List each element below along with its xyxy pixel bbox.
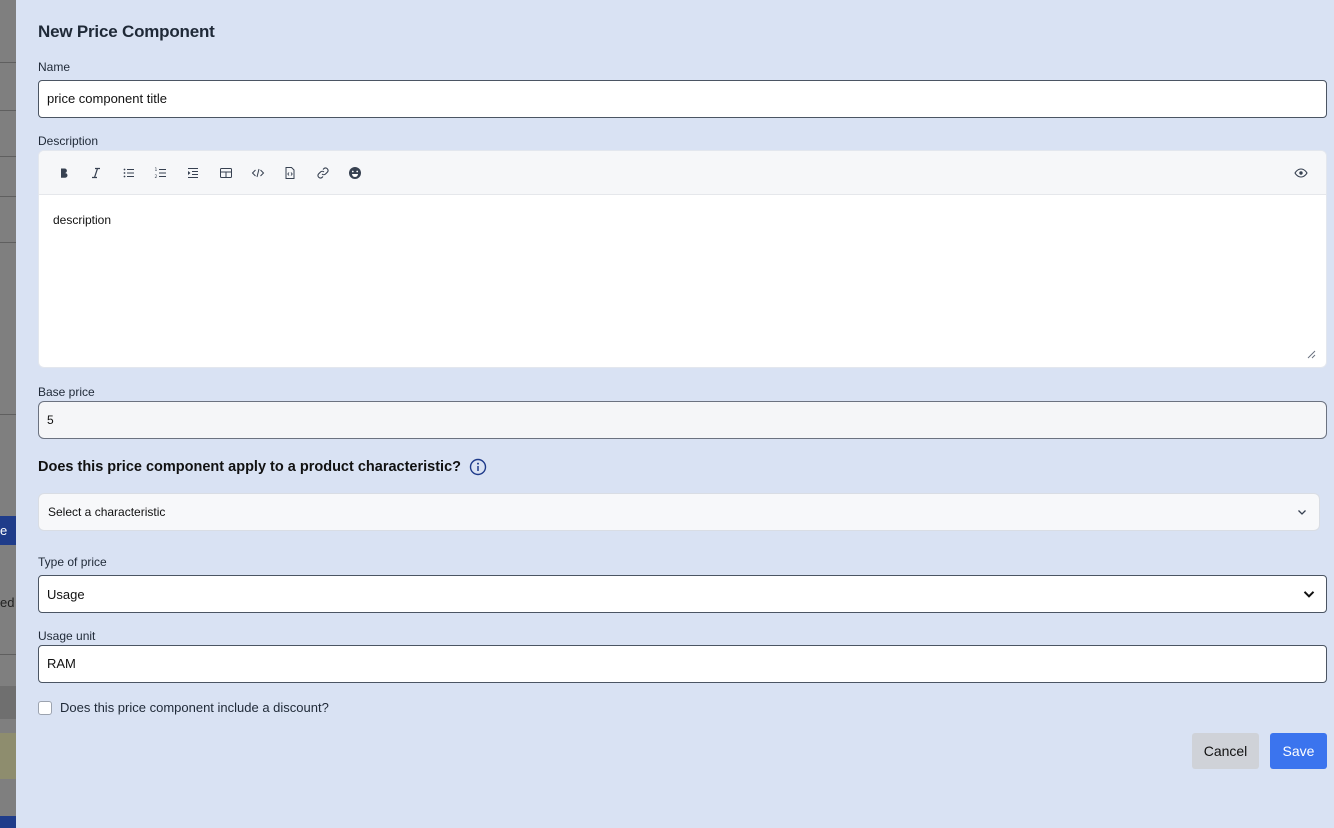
numbered-list-icon[interactable]: 12 — [152, 164, 170, 182]
chevron-down-icon — [1302, 587, 1316, 601]
bold-icon[interactable] — [55, 164, 73, 182]
indent-icon[interactable] — [184, 164, 202, 182]
characteristic-question-text: Does this price component apply to a pro… — [38, 459, 462, 475]
description-text[interactable]: description — [39, 195, 1326, 245]
bg-divider — [0, 242, 16, 243]
type-of-price-select[interactable]: Usage — [38, 575, 1327, 613]
bg-divider — [0, 414, 16, 415]
bg-divider — [0, 654, 16, 655]
svg-text:2: 2 — [155, 174, 158, 180]
name-input-value: price component title — [47, 91, 167, 106]
bg-divider — [0, 110, 16, 111]
base-price-label: Base price — [38, 385, 95, 399]
characteristic-select[interactable]: Select a characteristic — [38, 493, 1320, 531]
usage-unit-value: RAM — [47, 656, 76, 671]
link-icon[interactable] — [314, 164, 332, 182]
description-label: Description — [38, 134, 99, 148]
italic-icon[interactable] — [87, 164, 105, 182]
new-price-component-panel: New Price Component Name price component… — [16, 0, 1334, 828]
code-block-icon[interactable] — [281, 164, 299, 182]
name-input[interactable]: price component title — [38, 80, 1327, 118]
bg-blue-tab: e — [0, 516, 16, 545]
usage-unit-input[interactable]: RAM — [38, 645, 1327, 683]
info-icon[interactable] — [469, 458, 487, 476]
bg-highlight-row — [0, 733, 16, 779]
panel-title: New Price Component — [38, 22, 215, 41]
chevron-down-icon — [1295, 505, 1309, 519]
svg-text:1: 1 — [155, 167, 158, 173]
bg-side-text: ed — [0, 595, 15, 610]
discount-checkbox-row[interactable]: Does this price component include a disc… — [38, 700, 329, 715]
base-price-input[interactable]: 5 — [38, 401, 1327, 439]
emoji-icon[interactable] — [346, 164, 364, 182]
bullet-list-icon[interactable] — [120, 164, 138, 182]
cancel-button[interactable]: Cancel — [1192, 733, 1259, 769]
preview-eye-icon[interactable] — [1292, 164, 1310, 182]
bg-blue-tab-text: e — [0, 523, 8, 538]
characteristic-select-value: Select a characteristic — [48, 505, 166, 519]
bg-divider — [0, 62, 16, 63]
save-button[interactable]: Save — [1270, 733, 1327, 769]
discount-checkbox-label: Does this price component include a disc… — [60, 700, 329, 715]
base-price-value: 5 — [47, 413, 54, 427]
resize-handle-icon[interactable] — [1307, 350, 1316, 359]
usage-unit-label: Usage unit — [38, 629, 96, 643]
name-label: Name — [38, 60, 71, 74]
table-icon[interactable] — [217, 164, 235, 182]
description-editor[interactable]: 12 description — [38, 150, 1327, 368]
bg-divider — [0, 156, 16, 157]
bg-divider — [0, 196, 16, 197]
type-of-price-label: Type of price — [38, 555, 107, 569]
code-icon[interactable] — [249, 164, 267, 182]
editor-toolbar: 12 — [39, 151, 1326, 195]
bg-divider — [0, 686, 16, 719]
bg-footer-bar — [0, 816, 16, 828]
type-of-price-value: Usage — [47, 586, 85, 602]
characteristic-question: Does this price component apply to a pro… — [38, 458, 487, 476]
discount-checkbox[interactable] — [38, 700, 52, 715]
